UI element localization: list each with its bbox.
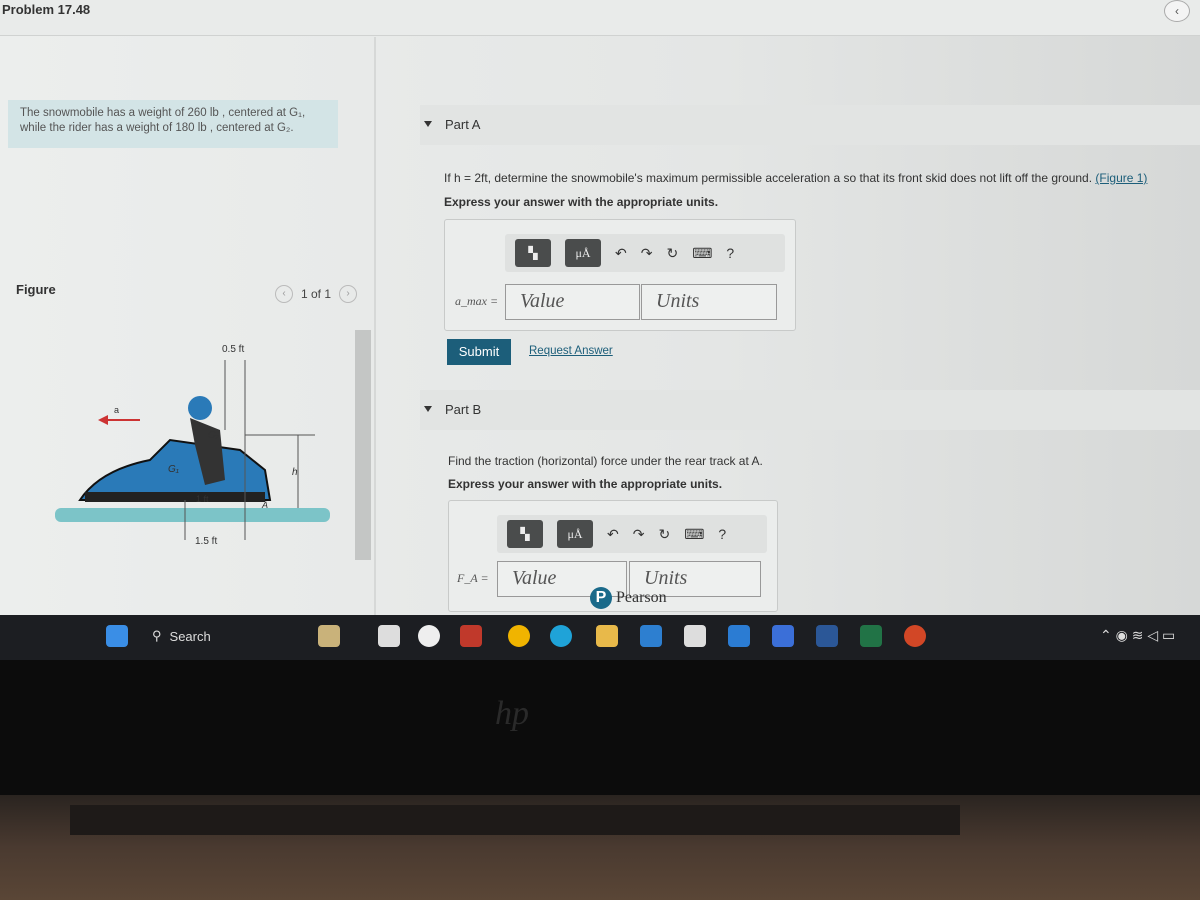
svg-text:h: h xyxy=(292,467,298,478)
help-icon[interactable]: ? xyxy=(718,526,726,542)
windows-start-icon[interactable] xyxy=(106,625,128,647)
app-icon[interactable] xyxy=(418,625,440,647)
dropbox-icon[interactable] xyxy=(640,625,662,647)
figure-label: Figure xyxy=(16,282,56,297)
widgets-icon[interactable] xyxy=(318,625,340,647)
powerpoint-icon[interactable] xyxy=(904,625,926,647)
part-a-question: If h = 2ft, determine the snowmobile's m… xyxy=(444,171,1148,185)
reset-icon[interactable]: ↻ xyxy=(658,526,670,543)
pearson-logo: P Pearson xyxy=(590,587,667,609)
redo-icon[interactable]: ↷ xyxy=(641,245,653,262)
fa-label: F_A = xyxy=(457,571,489,585)
units-button[interactable]: μÅ xyxy=(565,239,601,267)
accel-label: a xyxy=(114,405,119,415)
taskbar-search[interactable]: ⚲ Search xyxy=(140,621,290,651)
figure-scrollbar[interactable] xyxy=(355,330,371,560)
search-icon: ⚲ xyxy=(152,628,162,643)
next-figure-button[interactable]: › xyxy=(339,285,358,303)
svg-text:1 ft: 1 ft xyxy=(196,494,209,504)
svg-text:G₁: G₁ xyxy=(168,464,179,475)
reset-icon[interactable]: ↻ xyxy=(666,245,678,262)
hp-logo: hp xyxy=(495,695,529,732)
part-b-header[interactable]: Part B xyxy=(420,390,1200,430)
part-b-instruction: Express your answer with the appropriate… xyxy=(448,477,723,491)
app-icon[interactable] xyxy=(772,625,794,647)
svg-text:A: A xyxy=(261,500,268,510)
amax-label: a_max = xyxy=(455,294,499,308)
request-answer-link[interactable]: Request Answer xyxy=(529,345,613,357)
math-toolbar: ▚ μÅ ↶ ↷ ↻ ⌨ ? xyxy=(505,234,785,272)
edge-icon[interactable] xyxy=(550,625,572,647)
store-icon[interactable] xyxy=(684,625,706,647)
keyboard-icon[interactable]: ⌨ xyxy=(692,245,712,262)
undo-icon[interactable]: ↶ xyxy=(607,526,619,543)
svg-text:G₂: G₂ xyxy=(208,430,220,441)
wifi-volume-battery-icon[interactable]: ⌃ ◉ ≋ ◁ ▭ xyxy=(1100,627,1175,644)
part-a-instruction: Express your answer with the appropriate… xyxy=(444,195,719,209)
part-b-question: Find the traction (horizontal) force und… xyxy=(448,454,763,468)
top-bar: Problem 17.48 ‹ xyxy=(0,0,1200,36)
browser-screen: Problem 17.48 ‹ The snowmobile has a wei… xyxy=(0,0,1200,615)
problem-title: Problem 17.48 xyxy=(2,2,91,17)
laptop-hinge xyxy=(70,805,960,835)
units-input[interactable]: Units xyxy=(641,284,777,320)
prev-figure-button[interactable]: ‹ xyxy=(275,285,293,303)
figure-pager: ‹ 1 of 1 › xyxy=(275,285,358,303)
collapse-triangle-icon xyxy=(424,406,432,412)
chrome-icon[interactable] xyxy=(508,625,530,647)
problem-intro: The snowmobile has a weight of 260 lb , … xyxy=(8,100,338,148)
part-a-answer-box: ▚ μÅ ↶ ↷ ↻ ⌨ ? a_max = Value Units xyxy=(444,219,796,331)
keyboard-icon[interactable]: ⌨ xyxy=(684,526,704,543)
chevron-left-icon[interactable]: ‹ xyxy=(1164,0,1190,22)
templates-icon[interactable]: ▚ xyxy=(507,520,543,548)
submit-button[interactable]: Submit xyxy=(447,339,511,365)
snowmobile-figure: a G₁ G₂ 1 ft 0.5 ft h A 1.5 ft xyxy=(55,344,330,547)
templates-icon[interactable]: ▚ xyxy=(515,239,551,267)
undo-icon[interactable]: ↶ xyxy=(615,245,627,262)
part-a-header[interactable]: Part A xyxy=(420,105,1200,145)
task-view-icon[interactable] xyxy=(378,625,400,647)
help-icon[interactable]: ? xyxy=(726,245,734,261)
file-explorer-icon[interactable] xyxy=(596,625,618,647)
units-button[interactable]: μÅ xyxy=(557,520,593,548)
math-toolbar: ▚ μÅ ↶ ↷ ↻ ⌨ ? xyxy=(497,515,767,553)
mail-icon[interactable] xyxy=(728,625,750,647)
rider-helmet xyxy=(188,396,212,420)
redo-icon[interactable]: ↷ xyxy=(633,526,645,543)
svg-text:0.5 ft: 0.5 ft xyxy=(222,344,244,355)
sw-app-icon[interactable] xyxy=(460,625,482,647)
excel-icon[interactable] xyxy=(860,625,882,647)
collapse-triangle-icon xyxy=(424,121,432,127)
svg-text:1.5 ft: 1.5 ft xyxy=(195,536,217,547)
word-icon[interactable] xyxy=(816,625,838,647)
ground xyxy=(55,508,330,522)
value-input[interactable]: Value xyxy=(505,284,640,320)
figure-link[interactable]: (Figure 1) xyxy=(1095,171,1147,185)
